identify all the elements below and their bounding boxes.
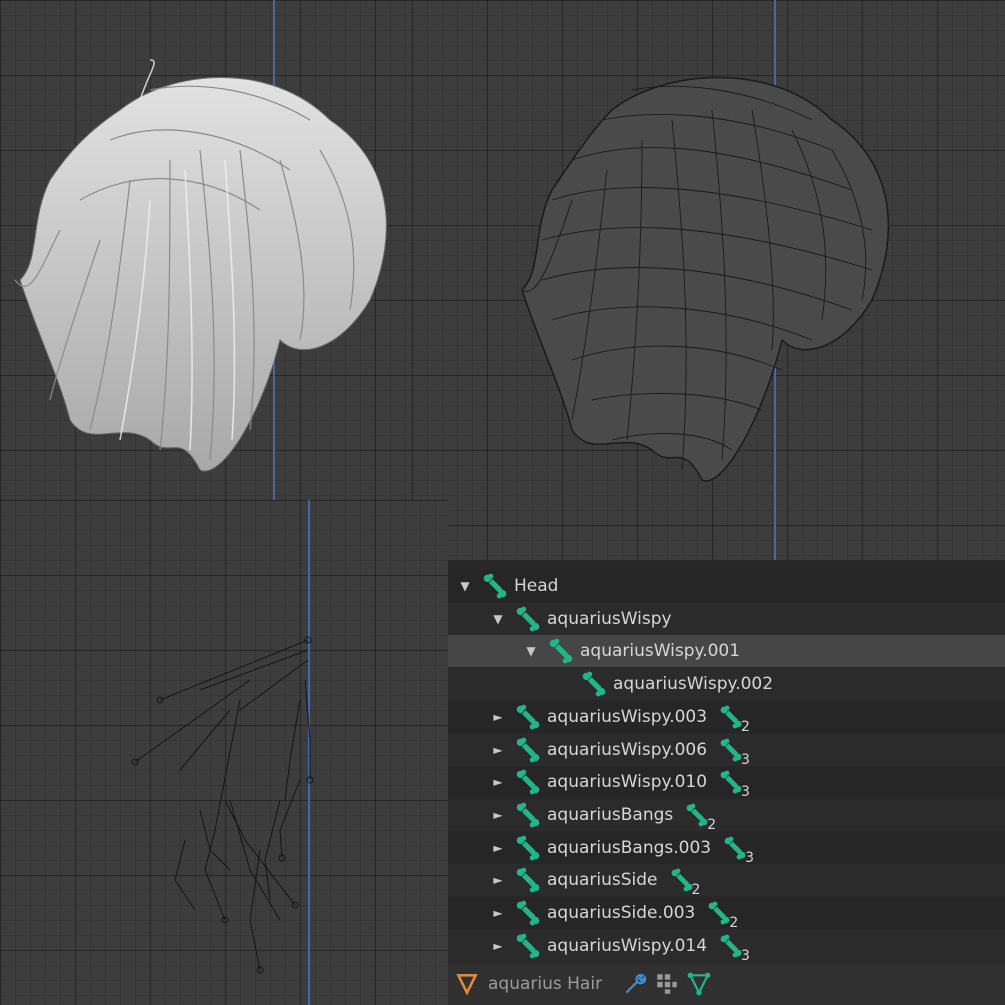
- outliner-row[interactable]: aquariusWispy.002: [448, 668, 1005, 701]
- outliner-row[interactable]: ▼ aquariusWispy: [448, 602, 1005, 635]
- bone-name: aquariusSide.003: [547, 903, 696, 923]
- child-count: 3: [741, 947, 750, 964]
- bone-icon: [515, 737, 541, 763]
- bone-icon: [515, 802, 541, 828]
- bone-icon: [515, 933, 541, 959]
- bone-icon: [515, 769, 541, 795]
- bone-name: aquariusBangs.003: [547, 837, 712, 858]
- collapse-arrow-icon[interactable]: ▼: [524, 644, 538, 658]
- child-count: 2: [729, 915, 739, 931]
- bone-icon: [719, 770, 743, 794]
- armature-bones: [131, 636, 314, 974]
- hair-solid-render: [14, 59, 387, 472]
- outliner-footer: aquarius Hair: [448, 963, 1005, 1005]
- child-count: 3: [741, 751, 750, 768]
- bone-icon: [719, 705, 743, 729]
- bone-name: aquariusWispy.001: [580, 641, 741, 662]
- bone-icon: [515, 867, 541, 893]
- outliner-row[interactable]: ► aquariusWispy.014 3: [448, 929, 1005, 964]
- bone-name: aquariusBangs: [547, 804, 674, 825]
- bone-name: aquariusWispy.002: [613, 674, 774, 695]
- outliner-row[interactable]: ► aquariusWispy.006 3: [448, 733, 1005, 768]
- bone-icon: [670, 868, 694, 892]
- expand-arrow-icon[interactable]: ►: [491, 710, 505, 724]
- bone-icon: [515, 835, 541, 861]
- expand-arrow-icon[interactable]: ►: [491, 939, 505, 953]
- bone-name: aquariusWispy.003: [547, 706, 708, 727]
- child-bones-badge[interactable]: 2: [719, 705, 750, 735]
- bone-icon: [707, 901, 731, 925]
- child-count: 3: [745, 849, 755, 866]
- expand-arrow-icon[interactable]: ►: [491, 743, 505, 757]
- outliner-row[interactable]: ► aquariusSide 2: [448, 864, 1005, 898]
- bone-icon: [482, 573, 508, 599]
- child-bones-badge[interactable]: 2: [707, 901, 738, 931]
- outliner-row[interactable]: ► aquariusWispy.003 2: [448, 700, 1005, 735]
- outliner-row[interactable]: ▼ Head: [448, 570, 1005, 602]
- bone-name: Head: [514, 576, 559, 596]
- outliner-panel[interactable]: ▼ Head ▼ aquariusWispy ▼ aquariusWispy.001 aqu…: [448, 560, 1005, 1005]
- child-count: 3: [741, 784, 750, 801]
- outliner-row[interactable]: ► aquariusBangs 2: [448, 798, 1005, 833]
- bone-icon: [548, 638, 574, 664]
- bone-icon: [581, 671, 607, 697]
- outliner-row[interactable]: ► aquariusSide.003 2: [448, 897, 1005, 931]
- bone-icon: [719, 934, 743, 958]
- child-bones-badge[interactable]: 3: [719, 770, 750, 800]
- bone-icon: [515, 704, 541, 730]
- child-count: 2: [691, 882, 701, 899]
- viewport-solid[interactable]: [0, 0, 412, 500]
- viewport-armature[interactable]: [0, 500, 448, 1005]
- child-bones-badge[interactable]: 3: [719, 738, 750, 768]
- outliner-row[interactable]: ▼ aquariusWispy.001: [448, 635, 1005, 668]
- outliner-row[interactable]: ► aquariusBangs.003 3: [448, 831, 1005, 866]
- bone-icon: [719, 738, 743, 762]
- bone-name: aquariusWispy: [547, 608, 672, 629]
- mesh-data-icon: [456, 974, 478, 996]
- expand-arrow-icon[interactable]: ►: [491, 906, 505, 920]
- outliner-row[interactable]: ► aquariusWispy.010 3: [448, 766, 1005, 800]
- bone-icon: [723, 836, 747, 860]
- viewport-wireframe[interactable]: [412, 0, 1005, 560]
- child-bones-badge[interactable]: 2: [670, 868, 700, 898]
- child-bones-badge[interactable]: 3: [723, 836, 754, 866]
- bone-icon: [515, 900, 541, 926]
- bone-name: aquariusWispy.010: [547, 772, 708, 793]
- hair-wireframe-render: [521, 76, 890, 482]
- wrench-icon[interactable]: [622, 971, 648, 997]
- collapse-arrow-icon[interactable]: ▼: [491, 612, 505, 626]
- bone-name: aquariusWispy.006: [547, 739, 708, 760]
- child-count: 2: [741, 718, 750, 735]
- collapse-arrow-icon[interactable]: ▼: [458, 579, 472, 593]
- bone-icon: [685, 803, 709, 827]
- object-name: aquarius Hair: [488, 974, 603, 994]
- bone-name: aquariusSide: [547, 870, 658, 891]
- child-bones-badge[interactable]: 2: [685, 803, 716, 833]
- child-count: 2: [707, 816, 717, 833]
- expand-arrow-icon[interactable]: ►: [491, 873, 505, 887]
- child-bones-badge[interactable]: 3: [719, 934, 750, 964]
- shape-keys-icon[interactable]: [686, 971, 712, 997]
- expand-arrow-icon[interactable]: ►: [491, 775, 505, 789]
- vertex-groups-icon[interactable]: [654, 971, 680, 997]
- bone-icon: [515, 606, 541, 632]
- bone-name: aquariusWispy.014: [547, 935, 708, 956]
- expand-arrow-icon[interactable]: ►: [491, 841, 505, 855]
- expand-arrow-icon[interactable]: ►: [491, 808, 505, 822]
